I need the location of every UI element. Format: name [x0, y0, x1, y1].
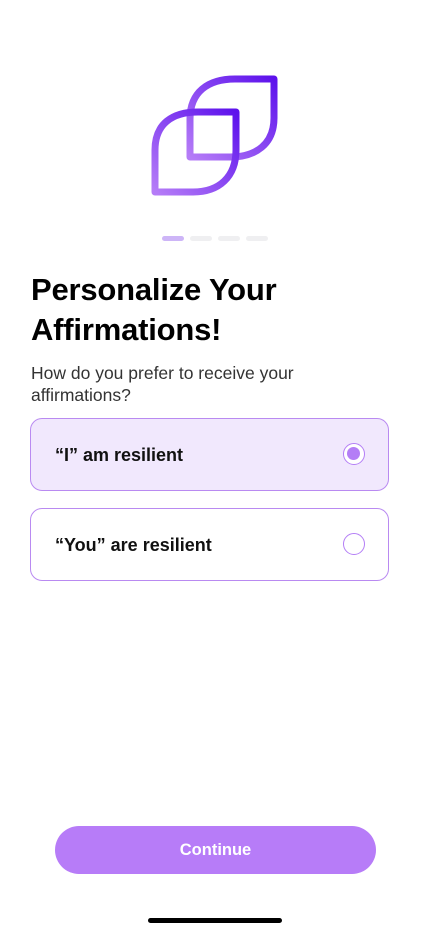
radio-button-unselected[interactable] [343, 533, 365, 555]
option-you-are-resilient[interactable]: “You” are resilient [30, 508, 389, 581]
option-label: “I” am resilient [55, 445, 184, 465]
radio-button-selected[interactable] [343, 443, 365, 465]
progress-step-1 [162, 236, 184, 241]
option-label: “You” are resilient [55, 535, 212, 555]
progress-step-4 [246, 236, 268, 241]
app-logo-icon [151, 75, 278, 196]
progress-step-3 [218, 236, 240, 241]
home-indicator [148, 918, 282, 923]
option-i-am-resilient[interactable]: “I” am resilient [30, 418, 389, 491]
onboarding-progress [162, 236, 268, 241]
page-title: Personalize Your Affirmations! [31, 272, 277, 347]
continue-button[interactable]: Continue [55, 826, 376, 874]
page-subtitle: How do you prefer to receive your affirm… [31, 363, 294, 405]
progress-step-2 [190, 236, 212, 241]
